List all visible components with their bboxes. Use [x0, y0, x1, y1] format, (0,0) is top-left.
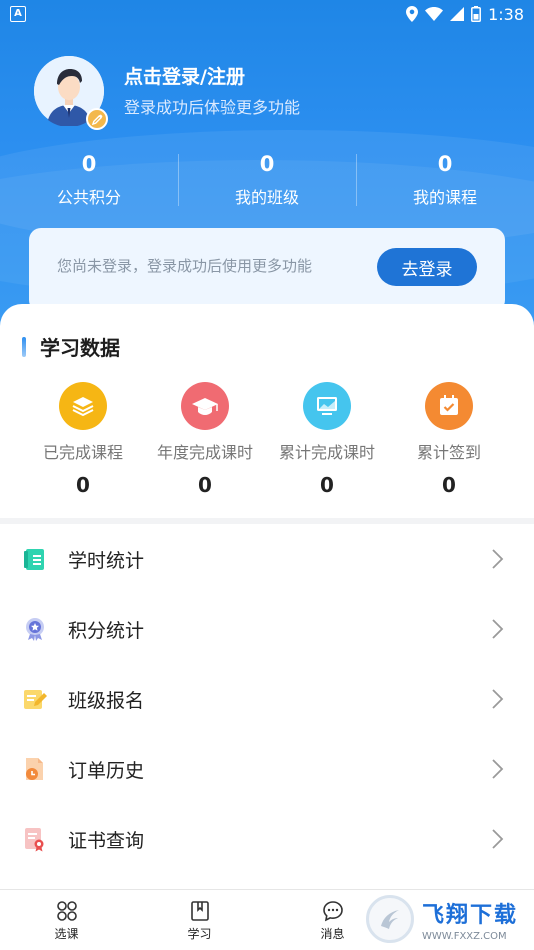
login-subtitle: 登录成功后体验更多功能: [124, 98, 301, 117]
stat-public-points[interactable]: 0 公共积分: [0, 148, 178, 214]
menu-item-points[interactable]: 积分统计: [0, 594, 534, 664]
metric-label: 累计签到: [416, 443, 481, 462]
watermark-url: WWW.FXXZ.COM: [422, 930, 507, 942]
menu-label: 班级报名: [68, 689, 145, 712]
bookmark-icon: [190, 901, 209, 921]
chevron-right-icon: [492, 689, 504, 709]
watermark-swirl-icon: [366, 895, 414, 943]
layers-icon: [59, 382, 107, 430]
stat-value: 0: [437, 152, 453, 176]
status-bar: A 1:38: [0, 0, 534, 28]
stat-value: 0: [259, 152, 275, 176]
menu-list: 学时统计 积分统计 班级报名 订单历史 证书查询: [0, 524, 534, 874]
study-metrics: 已完成课程 0 年度完成课时 0 累计完成课时 0 累计签到 0: [22, 382, 512, 497]
app-notification-icon: A: [10, 6, 26, 22]
section-header: 学习数据: [22, 332, 120, 361]
tab-course-selection[interactable]: 选课: [0, 890, 133, 950]
section-title: 学习数据: [40, 336, 120, 360]
chevron-right-icon: [492, 619, 504, 639]
metric-label: 已完成课程: [42, 443, 123, 462]
metric-value: 0: [442, 473, 456, 497]
menu-label: 证书查询: [68, 829, 145, 852]
stat-my-classes[interactable]: 0 我的班级: [178, 148, 356, 214]
metric-label: 累计完成课时: [278, 443, 375, 462]
metric-annual-hours[interactable]: 年度完成课时 0: [144, 382, 266, 497]
watermark-logo: 飞翔下载 WWW.FXXZ.COM: [366, 891, 534, 947]
certificate-icon: [22, 826, 48, 852]
metric-value: 0: [320, 473, 334, 497]
stat-my-courses[interactable]: 0 我的课程: [356, 148, 534, 214]
edit-note-icon: [22, 686, 48, 712]
chevron-right-icon: [492, 759, 504, 779]
metric-completed-courses[interactable]: 已完成课程 0: [22, 382, 144, 497]
menu-item-class-signup[interactable]: 班级报名: [0, 664, 534, 734]
chat-icon: [322, 901, 343, 922]
edit-profile-button[interactable]: [86, 108, 108, 130]
menu-label: 学时统计: [68, 549, 145, 572]
section-accent-bar: [22, 336, 26, 357]
signal-icon: [450, 7, 465, 21]
study-data-panel: 学习数据 已完成课程 0 年度完成课时 0 累计完成课时 0 累计签到 0: [0, 304, 534, 520]
stat-label: 公共积分: [56, 188, 121, 207]
stat-label: 我的课程: [412, 188, 477, 207]
menu-label: 订单历史: [68, 759, 145, 782]
tab-study[interactable]: 学习: [133, 890, 266, 950]
metric-total-hours[interactable]: 累计完成课时 0: [266, 382, 388, 497]
graduation-cap-icon: [181, 382, 229, 430]
metric-total-checkins[interactable]: 累计签到 0: [388, 382, 510, 497]
tab-label: 学习: [187, 927, 212, 941]
login-hint-text: 您尚未登录，登录成功后使用更多功能: [57, 257, 313, 275]
clock: 1:38: [488, 4, 524, 24]
stat-label: 我的班级: [234, 188, 299, 207]
calendar-check-icon: [425, 382, 473, 430]
menu-item-certificate[interactable]: 证书查询: [0, 804, 534, 874]
login-button[interactable]: 去登录: [377, 248, 477, 286]
order-history-icon: [22, 756, 48, 782]
login-prompt-card: 您尚未登录，登录成功后使用更多功能 去登录: [29, 228, 505, 312]
menu-label: 积分统计: [68, 619, 145, 642]
user-stats: 0 公共积分 0 我的班级 0 我的课程: [0, 148, 534, 214]
avatar[interactable]: [34, 56, 108, 130]
metric-label: 年度完成课时: [156, 443, 253, 462]
tab-label: 消息: [320, 927, 345, 941]
monitor-icon: [303, 382, 351, 430]
stat-value: 0: [81, 152, 97, 176]
book-icon: [22, 546, 48, 572]
metric-value: 0: [198, 473, 212, 497]
chevron-right-icon: [492, 829, 504, 849]
pencil-icon: [91, 113, 103, 125]
watermark-title: 飞翔下载: [422, 902, 519, 928]
menu-item-study-hours[interactable]: 学时统计: [0, 524, 534, 594]
medal-icon: [22, 616, 48, 642]
battery-icon: [471, 6, 482, 22]
location-icon: [406, 6, 419, 22]
grid-icon: [56, 901, 77, 921]
login-register-link[interactable]: 点击登录/注册: [124, 62, 245, 89]
tab-label: 选课: [54, 927, 79, 941]
chevron-right-icon: [492, 549, 504, 569]
metric-value: 0: [76, 473, 90, 497]
wifi-icon: [425, 7, 444, 21]
menu-item-order-history[interactable]: 订单历史: [0, 734, 534, 804]
